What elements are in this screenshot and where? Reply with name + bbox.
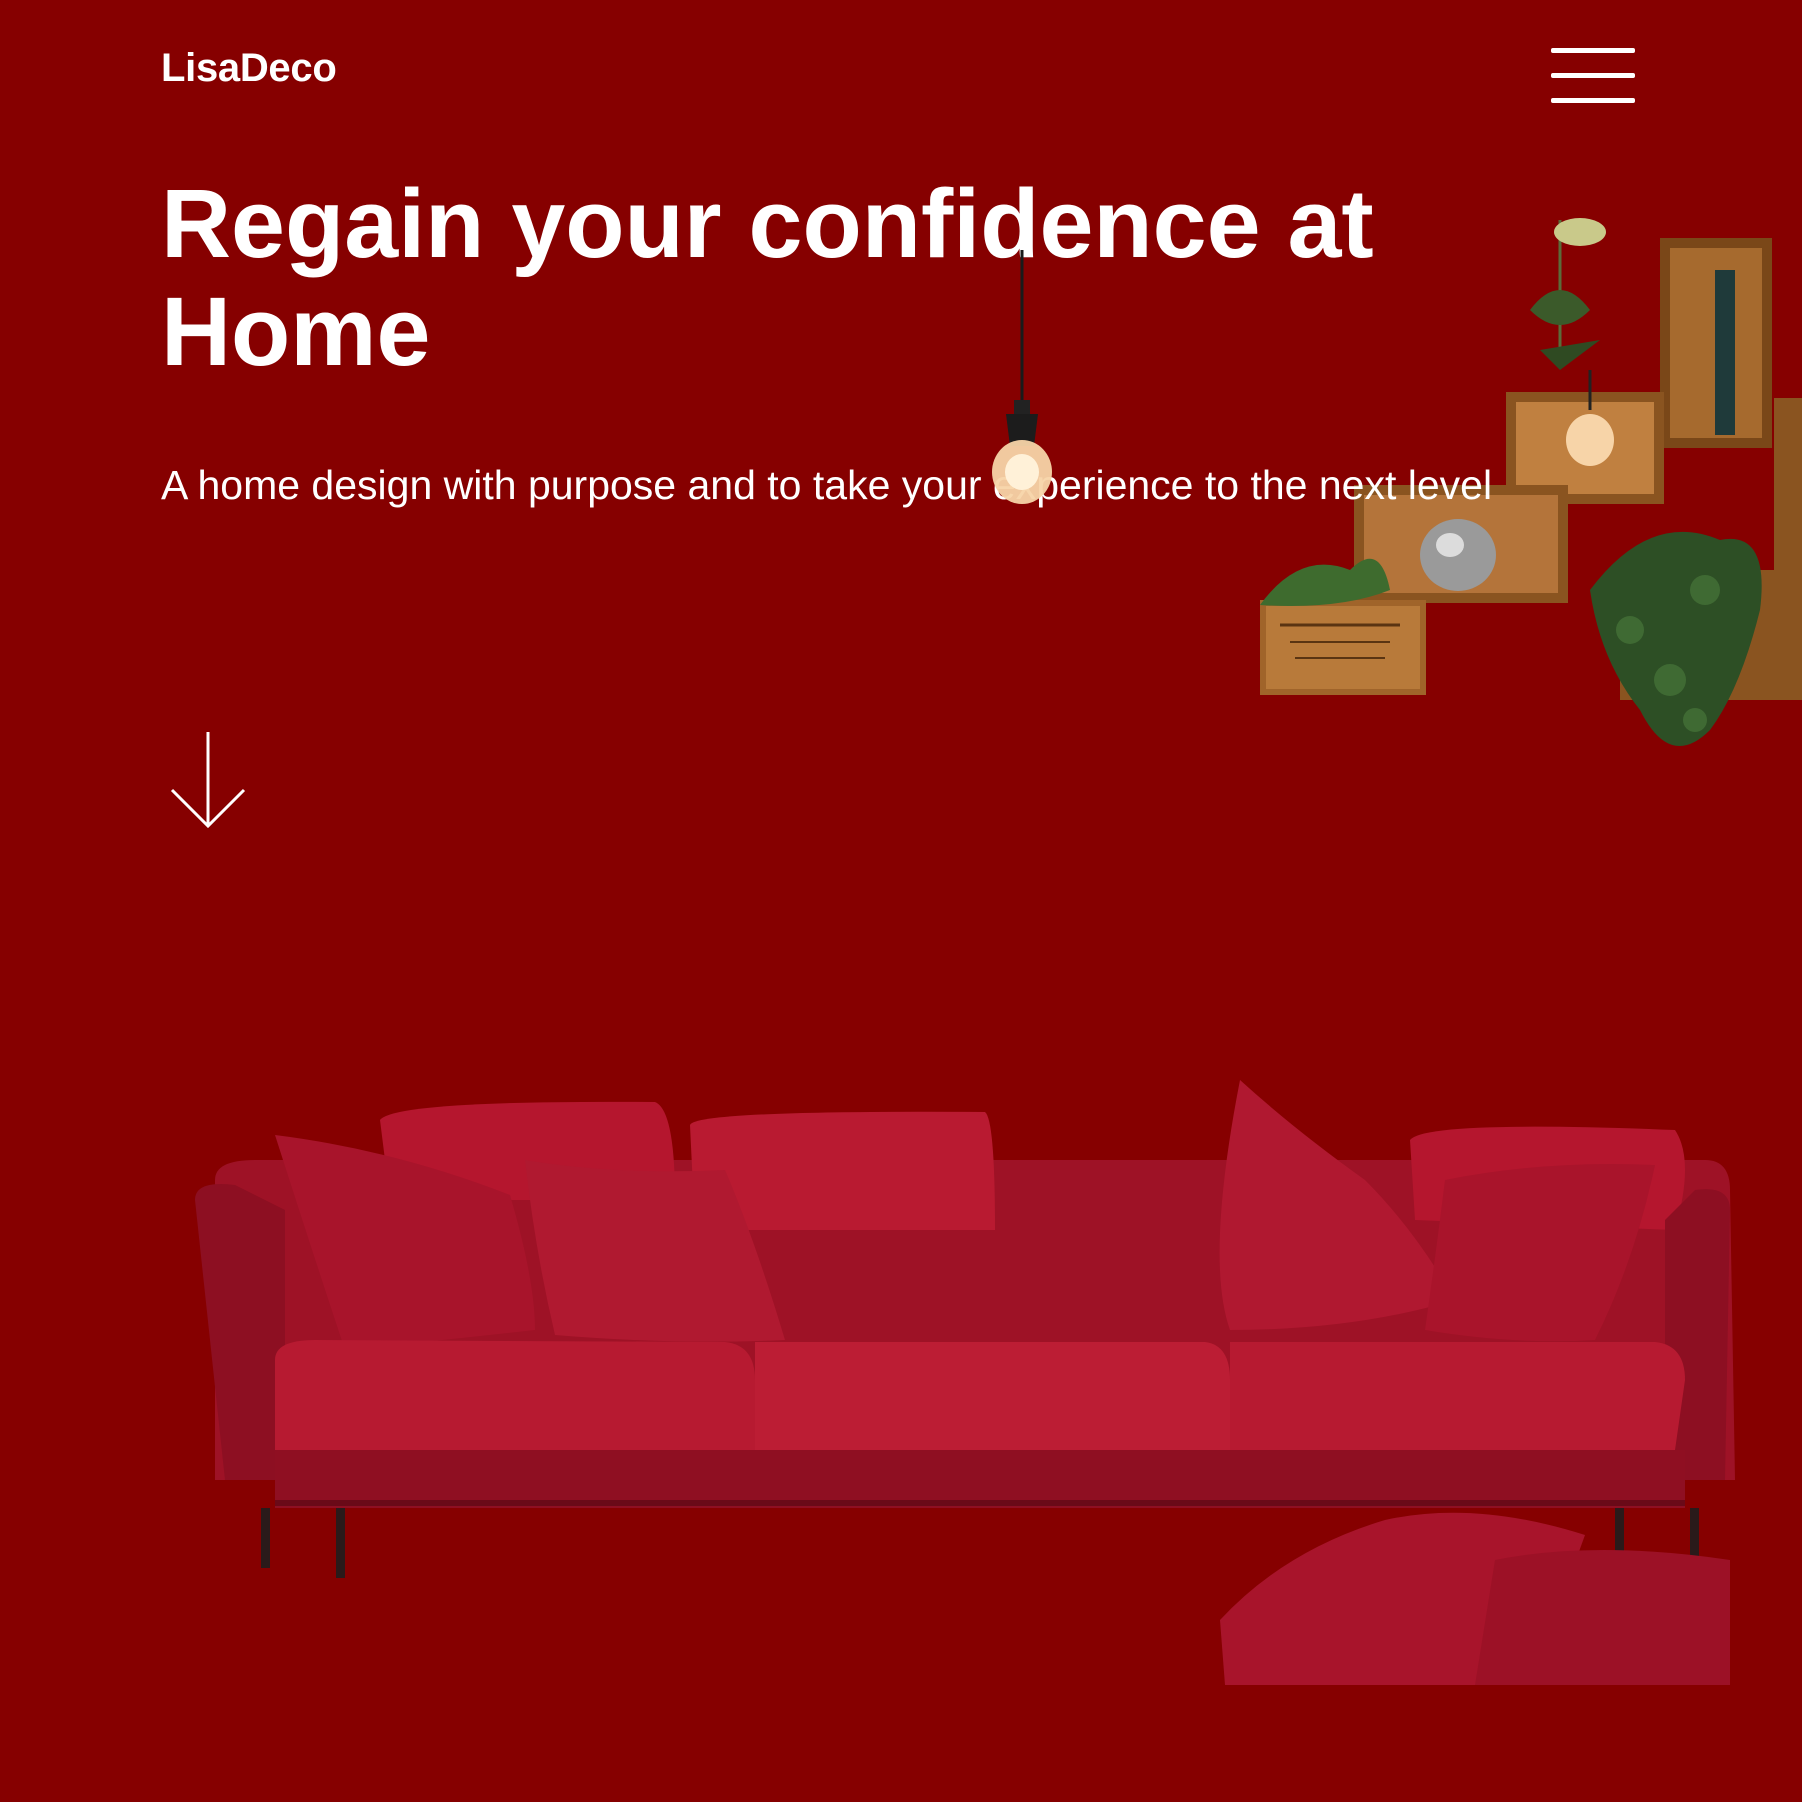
hanging-bulb-lamp-image xyxy=(992,250,1052,504)
hero-title: Regain your confidence at Home xyxy=(161,170,1461,386)
arrow-down-icon[interactable] xyxy=(168,730,248,830)
hero-title-line-1: Regain your confidence at xyxy=(161,169,1374,278)
hero-subtitle: A home design with purpose and to take y… xyxy=(161,462,1493,508)
hero-title-line-2: Home xyxy=(161,277,431,386)
red-sofa-image xyxy=(195,1080,1735,1685)
brand-logo[interactable]: LisaDeco xyxy=(161,46,337,91)
hero-page: LisaDeco Regain your confidence at Home … xyxy=(0,0,1802,1802)
hamburger-menu-button[interactable] xyxy=(1551,48,1637,104)
